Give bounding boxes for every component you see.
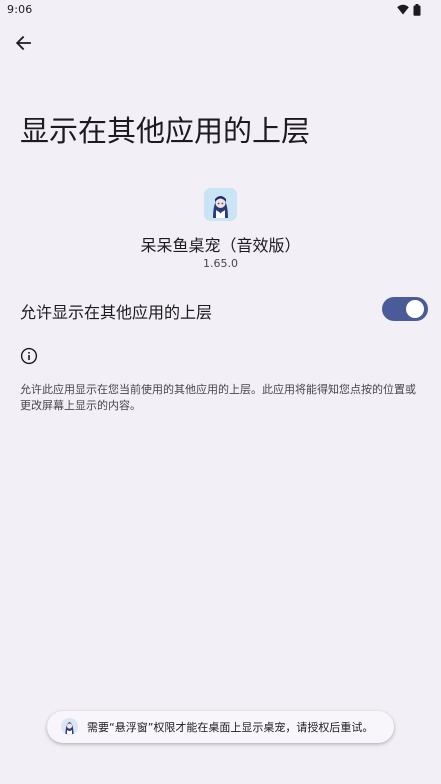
info-icon bbox=[20, 347, 38, 365]
app-version: 1.65.0 bbox=[203, 257, 238, 270]
status-bar: 9:06 bbox=[0, 0, 441, 22]
page-title: 显示在其他应用的上层 bbox=[20, 114, 311, 148]
app-avatar-icon bbox=[61, 718, 78, 735]
app-avatar-icon bbox=[204, 188, 237, 221]
arrow-back-icon bbox=[15, 35, 31, 51]
status-time: 9:06 bbox=[7, 3, 33, 16]
toast-message: 需要“悬浮窗”权限才能在桌面上显示桌宠，请授权后重试。 bbox=[87, 721, 374, 734]
info-description: 允许此应用显示在您当前使用的其他应用的上层。此应用将能得知您点按的位置或更改屏幕… bbox=[20, 383, 416, 412]
setting-label: 允许显示在其他应用的上层 bbox=[20, 303, 213, 322]
allow-overlay-toggle[interactable] bbox=[382, 297, 428, 321]
allow-overlay-setting[interactable]: 允许显示在其他应用的上层 bbox=[0, 288, 441, 332]
app-name: 呆呆鱼桌宠（音效版） bbox=[140, 236, 301, 255]
wifi-icon bbox=[397, 4, 409, 15]
battery-icon bbox=[413, 4, 421, 16]
permission-toast: 需要“悬浮窗”权限才能在桌面上显示桌宠，请授权后重试。 bbox=[47, 711, 394, 743]
toggle-thumb bbox=[406, 300, 424, 318]
back-button[interactable] bbox=[8, 28, 38, 58]
